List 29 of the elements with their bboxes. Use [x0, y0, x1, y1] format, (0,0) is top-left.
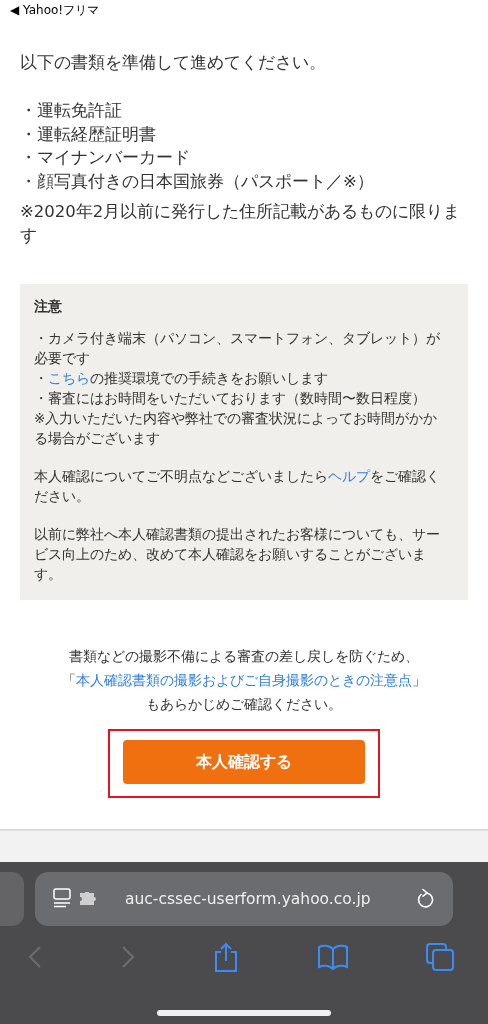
notice-text: ※入力いただいた内容や弊社での審査状況によってお時間がかかる場合がございます: [34, 409, 439, 448]
link[interactable]: 本人確認書類の撮影およびご自身撮影のときの注意点: [76, 672, 412, 688]
link[interactable]: こちら: [48, 370, 90, 386]
reload-icon[interactable]: [415, 888, 435, 910]
link[interactable]: ヘルプ: [328, 468, 370, 484]
document-item: ・運転経歴証明書: [20, 123, 157, 146]
footnote-text: ※2020年2月以前に発行した住所記載があるものに限ります: [20, 201, 462, 247]
notice-text: 本人確認についてご不明点などございましたらヘルプをご確認ください。: [34, 467, 441, 506]
url-text: auc-cssec-userform.yahoo.co.jp: [125, 890, 372, 908]
document-item: ・マイナンバーカード: [20, 147, 191, 169]
notice-text: ・審査にはお時間をいただいております（数時間〜数日程度）: [34, 389, 427, 408]
address-bar[interactable]: auc-cssec-userform.yahoo.co.jp: [35, 872, 453, 926]
document-item: ・顔写真付きの日本国旅券（パスポート／※）: [20, 170, 375, 193]
guide-text: 書類などの撮影不備による審査の差し戻しを防ぐため、: [68, 647, 420, 666]
document-item: ・運転免許証: [20, 100, 123, 122]
reader-icon[interactable]: [53, 888, 71, 910]
guide-text: 「本人確認書類の撮影およびご自身撮影のときの注意点」: [61, 671, 427, 690]
notice-text: ・カメラ付き端末（パソコン、スマートフォン、タブレット）が必要です: [34, 329, 441, 368]
guide-text: もあらかじめご確認ください。: [145, 695, 343, 714]
notice-heading: 注意: [34, 298, 63, 316]
verify-identity-button[interactable]: 本人確認する: [123, 740, 365, 784]
book-icon[interactable]: [317, 944, 348, 970]
notice-text: 以前に弊社へ本人確認書類の提出されたお客様についても、サービス向上のため、改めて本人確認をお願いすることがございます。: [34, 525, 441, 584]
tabs-icon[interactable]: [426, 943, 454, 971]
back-to-app-link[interactable]: ◀ Yahoo!フリマ: [10, 1, 100, 19]
share-icon[interactable]: [213, 942, 239, 972]
notice-text: ・こちらの推奨環境での手続きをお願いします: [34, 369, 329, 388]
intro-text: 以下の書類を準備して進めてください。: [20, 52, 327, 74]
puzzle-icon[interactable]: [79, 892, 99, 906]
